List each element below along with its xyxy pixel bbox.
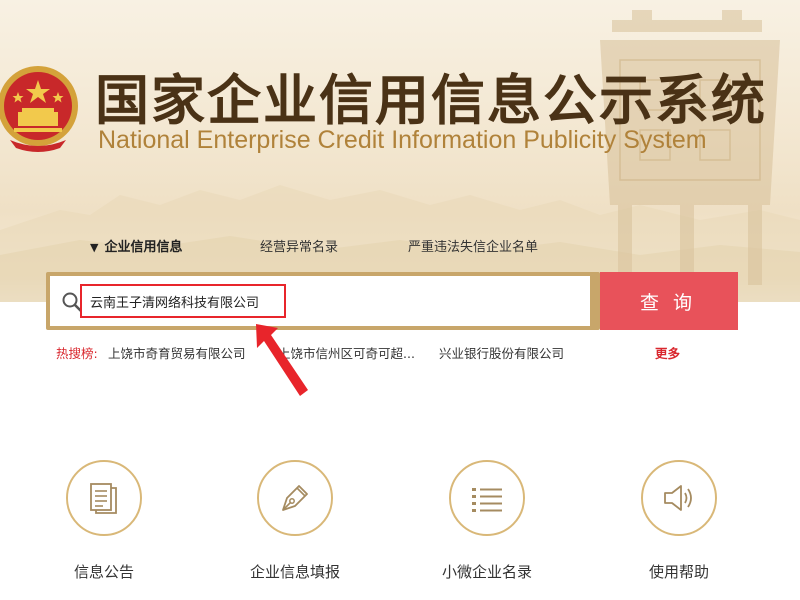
tab-serious-violation-list[interactable]: 严重违法失信企业名单 (408, 236, 538, 255)
more-link[interactable]: 更多 (655, 343, 680, 362)
service-enterprise-info-filing[interactable]: 企业信息填报 (217, 460, 377, 590)
pen-nib-icon (282, 485, 308, 511)
header-banner: 国家企业信用信息公示系统 National Enterprise Credit … (0, 0, 800, 302)
tab-label: 企业信用信息 (104, 240, 183, 255)
service-usage-help[interactable]: 使用帮助 (601, 460, 761, 590)
list-icon (472, 488, 502, 512)
service-icon-circle (66, 460, 142, 536)
service-info-announcement[interactable]: 信息公告 (26, 460, 186, 590)
service-label: 小微企业名录 (441, 563, 532, 581)
page-title: 国家企业信用信息公示系统 (95, 69, 767, 132)
speaker-icon (664, 485, 692, 511)
service-small-micro-enterprise-list[interactable]: 小微企业名录 (409, 460, 569, 590)
search-button[interactable]: 查询 (600, 272, 738, 330)
hot-search-link[interactable]: 上饶市奇育贸易有限公司 (108, 343, 246, 362)
hot-search-label: 热搜榜: (56, 346, 98, 361)
service-label: 使用帮助 (648, 563, 709, 581)
annotation-arrow-icon (256, 324, 308, 396)
page-subtitle: National Enterprise Credit Information P… (98, 126, 707, 154)
service-label: 企业信息填报 (249, 563, 340, 581)
tab-enterprise-credit-info[interactable]: ▼ 企业信用信息 (90, 236, 182, 255)
service-icon-circle (641, 460, 717, 536)
tab-abnormal-operations-list[interactable]: 经营异常名录 (260, 236, 338, 255)
document-icon (90, 483, 117, 514)
national-emblem-icon (0, 66, 78, 152)
service-icon-circle (257, 460, 333, 536)
service-icon-circle (449, 460, 525, 536)
triangle-down-icon: ▼ (90, 241, 99, 254)
hot-search-link[interactable]: 兴业银行股份有限公司 (439, 343, 564, 362)
service-label: 信息公告 (73, 563, 134, 581)
